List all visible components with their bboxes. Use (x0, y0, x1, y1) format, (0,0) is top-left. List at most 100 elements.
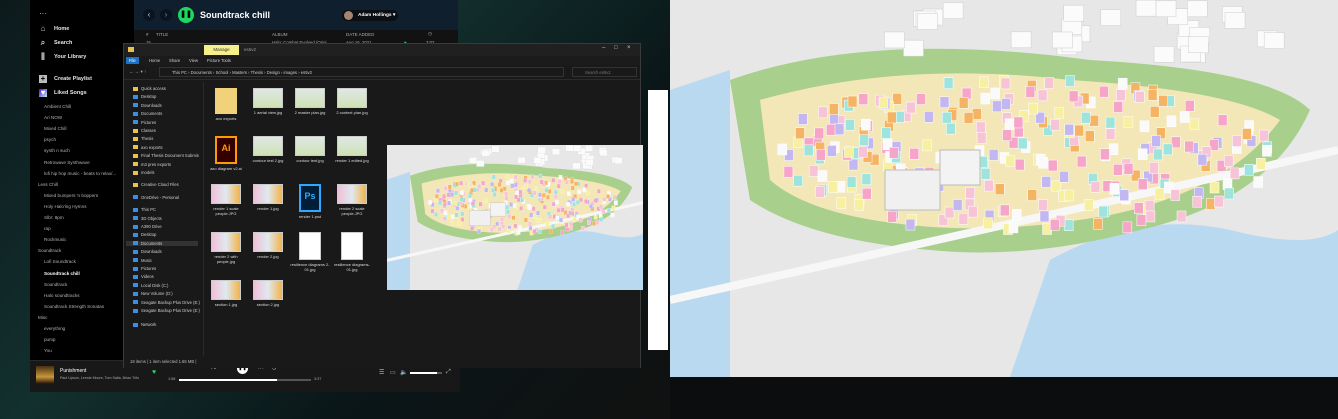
nav-item[interactable]: Network (133, 322, 156, 327)
nav-item[interactable]: 3D Objects (133, 216, 162, 221)
playlist-item[interactable]: Halo soundtracks (44, 293, 80, 298)
playlist-item[interactable]: Soundtrack chill (44, 271, 80, 276)
breadcrumb-item[interactable]: images (284, 70, 298, 75)
playlist-item[interactable]: Soundtrack (44, 282, 67, 287)
playlist-folder[interactable]: Less Chill (38, 182, 58, 187)
nav-item[interactable]: models (133, 170, 155, 175)
file-item[interactable]: Ps render 1.psd (290, 184, 330, 219)
nav-item[interactable]: A390 Drive (133, 224, 162, 229)
nav-item[interactable]: Seagate Backup Plus Drive (E:) (133, 300, 200, 305)
nav-item[interactable]: Creative Cloud Files (133, 182, 179, 187)
maximize-button[interactable]: □ (614, 45, 618, 51)
file-item[interactable]: render 2 scale people.JPG (332, 184, 372, 216)
playlist-item[interactable]: Holy Halo'ing Hymns (44, 204, 87, 209)
search-input[interactable]: Search es5v2 (572, 67, 637, 77)
close-button[interactable]: × (627, 45, 631, 51)
queue-icon[interactable]: ☰ (379, 369, 384, 376)
nav-arrows-icon[interactable]: ← → ▾ ↑ (129, 69, 146, 75)
file-item[interactable]: render 1 scale people.JPG (206, 184, 246, 216)
fullscreen-icon[interactable]: ⤢ (446, 369, 451, 376)
file-item[interactable]: section 1.jpg (206, 280, 246, 307)
nav-item[interactable]: Music (133, 258, 152, 263)
file-item[interactable]: render 1 edited.jpg (332, 136, 372, 163)
file-item[interactable]: Ai axo diagram v2.ai (206, 136, 246, 171)
breadcrumb-item[interactable]: es5v2 (301, 70, 312, 75)
breadcrumb-item[interactable]: This PC (172, 70, 187, 75)
liked-songs-button[interactable]: ♥ Liked Songs (39, 89, 87, 97)
file-item[interactable]: render 2 with people.jpg (206, 232, 246, 264)
breadcrumb[interactable]: This PC › Documents › School › Masters ›… (159, 67, 564, 77)
nav-item[interactable]: Thesis (133, 136, 153, 141)
nav-item[interactable]: Final Thesis Document Submis (133, 153, 199, 158)
nav-item[interactable]: Desktop (133, 94, 156, 99)
ribbon-tab-view[interactable]: View (186, 57, 201, 64)
playlist-item[interactable]: synth n such (44, 148, 70, 153)
back-button[interactable]: ‹ (143, 9, 155, 21)
volume-icon[interactable]: 🔈 (400, 369, 407, 376)
breadcrumb-item[interactable]: Design (267, 70, 280, 75)
playlist-item[interactable]: everything (44, 326, 65, 331)
playlist-folder[interactable]: Misc (38, 315, 47, 320)
breadcrumb-item[interactable]: School (216, 70, 229, 75)
nav-item[interactable]: Local Disk (C:) (133, 283, 168, 288)
nav-item[interactable]: axo exports (133, 145, 163, 150)
nav-item[interactable]: Downloads (133, 249, 162, 254)
playlist-folder[interactable]: Soundtrack (38, 248, 61, 253)
playlist-item[interactable]: Lofi Soundtrack (44, 259, 76, 264)
playlist-item[interactable]: Ambient Chill (44, 104, 71, 109)
playlist-item[interactable]: psych (44, 137, 56, 142)
file-item[interactable]: render 1.jpg (248, 184, 288, 211)
file-item[interactable]: 2 master plan.jpg (290, 88, 330, 115)
file-item[interactable]: render 2.jpg (248, 232, 288, 259)
devices-icon[interactable]: ▭ (390, 369, 396, 376)
breadcrumb-item[interactable]: Thesis (251, 70, 263, 75)
minimize-button[interactable]: – (602, 45, 605, 51)
file-item[interactable]: section 2.jpg (248, 280, 288, 307)
file-item[interactable]: axo exports (206, 88, 246, 121)
playlist-item[interactable]: Retrowave Synthwave (44, 160, 90, 165)
nav-search[interactable]: ⌕ Search (39, 39, 73, 47)
breadcrumb-item[interactable]: Masters (232, 70, 247, 75)
file-item[interactable]: resilience diagrams 2-01.jpg (290, 232, 330, 272)
nav-item[interactable]: Seagate Backup Plus Drive (E:) (133, 308, 200, 313)
user-menu[interactable]: Adam Hollings ▾ (342, 10, 398, 21)
nav-item[interactable]: OneDrive - Personal (133, 195, 179, 200)
nav-item[interactable]: Classes (133, 128, 156, 133)
file-item[interactable]: 2 context plan.jpg (332, 88, 372, 115)
nav-your-library[interactable]: ⫼ Your Library (39, 53, 86, 61)
nav-home[interactable]: ⌂ Home (39, 25, 70, 33)
ribbon-tab-picture-tools[interactable]: Picture Tools (204, 57, 234, 64)
playlist-item[interactable]: Mixed bumpers 'n boppers (44, 193, 98, 198)
progress-bar[interactable] (179, 379, 311, 381)
forward-button[interactable]: › (160, 9, 172, 21)
file-item[interactable]: contour test 2.jpg (248, 136, 288, 163)
ribbon-tab-file[interactable]: File (126, 57, 139, 64)
nav-item[interactable]: Documents (126, 240, 198, 246)
nav-item[interactable]: Pictures (133, 120, 156, 125)
playlist-item[interactable]: rap (44, 226, 51, 231)
volume-slider[interactable] (410, 372, 442, 374)
play-pause-button[interactable]: ❚❚ (178, 7, 194, 23)
nav-item[interactable]: Pictures (133, 266, 156, 271)
ribbon-tab-home[interactable]: Home (146, 57, 163, 64)
nav-item[interactable]: Videos (133, 274, 154, 279)
playlist-item[interactable]: Ari NOW (44, 115, 62, 120)
playlist-item[interactable]: pump (44, 337, 56, 342)
nav-item[interactable]: Desktop (133, 232, 156, 237)
nav-item[interactable]: New Volume (D:) (133, 291, 173, 296)
menu-dots-icon[interactable]: ··· (39, 9, 47, 18)
nav-item[interactable]: Downloads (133, 103, 162, 108)
playlist-item[interactable]: You (44, 348, 52, 353)
nav-item[interactable]: This PC (133, 207, 156, 212)
nav-item[interactable]: m3 pres exports (133, 162, 171, 167)
playlist-item[interactable]: Slbr: 8pm (44, 215, 64, 220)
file-item[interactable]: 1 aerial view.jpg (248, 88, 288, 115)
ribbon-tab-share[interactable]: Share (166, 57, 183, 64)
create-playlist-button[interactable]: + Create Playlist (39, 75, 92, 83)
manage-tab[interactable]: Manage (204, 45, 239, 55)
like-heart-icon[interactable]: ♥ (152, 369, 156, 376)
file-item[interactable]: resilience diagrams-01.jpg (332, 232, 372, 272)
file-item[interactable]: contour test.jpg (290, 136, 330, 163)
playlist-item[interactable]: lofi hip hop music - beats to relax/... (44, 171, 116, 176)
playlist-item[interactable]: Mixed Chill (44, 126, 66, 131)
